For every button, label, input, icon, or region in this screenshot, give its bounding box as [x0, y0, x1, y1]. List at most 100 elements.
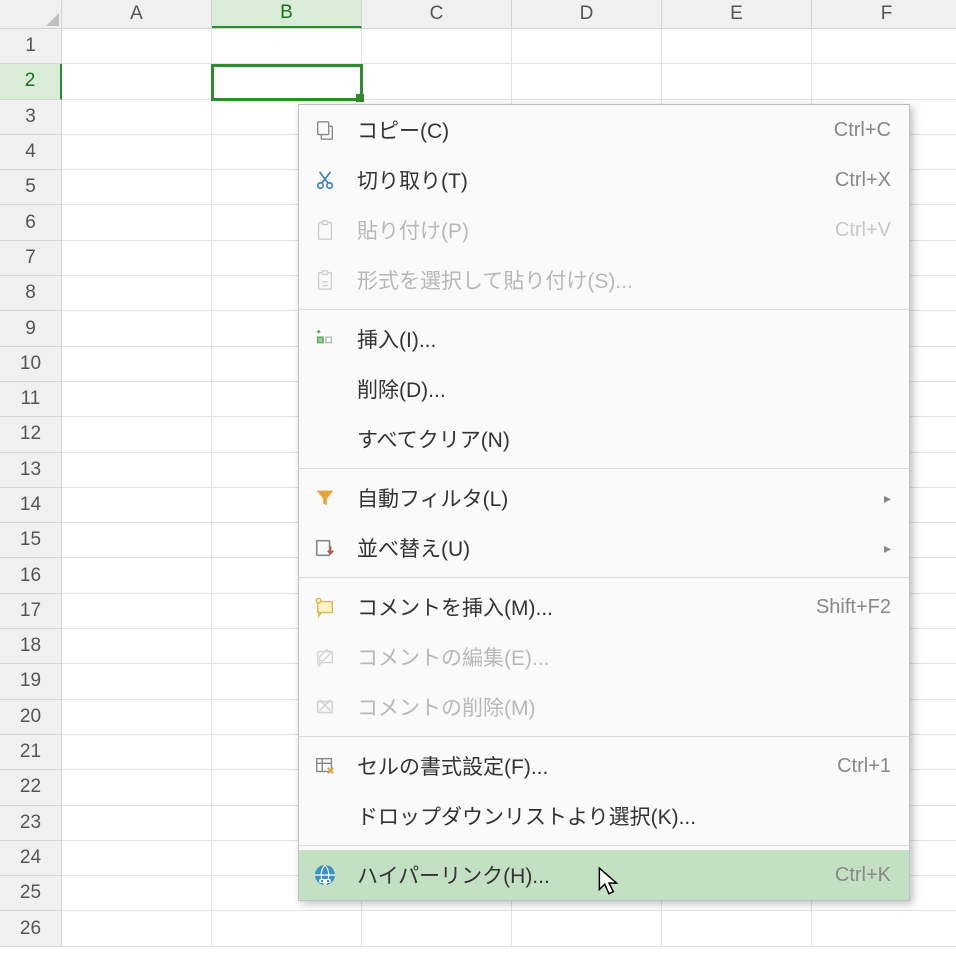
menu-paste-special-label: 形式を選択して貼り付け(S)... — [357, 265, 891, 295]
menu-clear[interactable]: すべてクリア(N) — [299, 414, 909, 464]
menu-format-cells[interactable]: セルの書式設定(F)... Ctrl+1 — [299, 741, 909, 791]
menu-copy[interactable]: コピー(C) Ctrl+C — [299, 105, 909, 155]
row-header-15[interactable]: 15 — [0, 523, 62, 558]
menu-format-cells-shortcut: Ctrl+1 — [837, 755, 891, 778]
cell-A19[interactable] — [62, 664, 212, 699]
row-header-4[interactable]: 4 — [0, 135, 62, 170]
hyperlink-icon — [313, 863, 337, 887]
row-header-26[interactable]: 26 — [0, 911, 62, 946]
row-header-14[interactable]: 14 — [0, 488, 62, 523]
menu-insert-comment[interactable]: コメントを挿入(M)... Shift+F2 — [299, 582, 909, 632]
cell-A15[interactable] — [62, 523, 212, 558]
cell-A20[interactable] — [62, 700, 212, 735]
cell-E1[interactable] — [662, 29, 812, 64]
cell-A23[interactable] — [62, 806, 212, 841]
row-header-5[interactable]: 5 — [0, 170, 62, 205]
cell-D2[interactable] — [512, 64, 662, 99]
menu-insert-comment-label: コメントを挿入(M)... — [357, 592, 800, 622]
cell-A26[interactable] — [62, 911, 212, 946]
cell-A11[interactable] — [62, 382, 212, 417]
column-header-B[interactable]: B — [212, 0, 362, 28]
menu-insert[interactable]: 挿入(I)... — [299, 314, 909, 364]
cell-B1[interactable] — [212, 29, 362, 64]
cell-D26[interactable] — [512, 911, 662, 946]
row-header-3[interactable]: 3 — [0, 100, 62, 135]
column-header-E[interactable]: E — [662, 0, 812, 28]
delete-cells-icon — [313, 377, 337, 401]
menu-sort[interactable]: 並べ替え(U) ▸ — [299, 523, 909, 573]
cell-E26[interactable] — [662, 911, 812, 946]
column-header-C[interactable]: C — [362, 0, 512, 28]
cell-B2[interactable] — [212, 64, 362, 99]
menu-dropdown-select[interactable]: ドロップダウンリストより選択(K)... — [299, 791, 909, 841]
cell-D1[interactable] — [512, 29, 662, 64]
menu-hyperlink[interactable]: ハイパーリンク(H)... Ctrl+K — [299, 850, 909, 900]
cell-A24[interactable] — [62, 841, 212, 876]
row-header-11[interactable]: 11 — [0, 382, 62, 417]
cell-A3[interactable] — [62, 100, 212, 135]
comment-insert-icon — [313, 595, 337, 619]
menu-delete-comment-label: コメントの削除(M) — [357, 692, 891, 722]
cell-A1[interactable] — [62, 29, 212, 64]
row-header-21[interactable]: 21 — [0, 735, 62, 770]
cell-C26[interactable] — [362, 911, 512, 946]
column-header-F[interactable]: F — [812, 0, 956, 28]
cell-A18[interactable] — [62, 629, 212, 664]
menu-format-cells-label: セルの書式設定(F)... — [357, 751, 821, 781]
cell-E2[interactable] — [662, 64, 812, 99]
row-header-10[interactable]: 10 — [0, 347, 62, 382]
row-header-8[interactable]: 8 — [0, 276, 62, 311]
cell-A13[interactable] — [62, 453, 212, 488]
cell-A14[interactable] — [62, 488, 212, 523]
cell-F2[interactable] — [812, 64, 956, 99]
row-header-1[interactable]: 1 — [0, 29, 62, 64]
cell-B26[interactable] — [212, 911, 362, 946]
row-header-24[interactable]: 24 — [0, 841, 62, 876]
submenu-arrow-icon: ▸ — [884, 490, 891, 507]
cell-A9[interactable] — [62, 311, 212, 346]
cell-A25[interactable] — [62, 876, 212, 911]
row-header-17[interactable]: 17 — [0, 594, 62, 629]
row-header-22[interactable]: 22 — [0, 770, 62, 805]
column-header-D[interactable]: D — [512, 0, 662, 28]
cell-A12[interactable] — [62, 417, 212, 452]
cell-A5[interactable] — [62, 170, 212, 205]
cell-A16[interactable] — [62, 558, 212, 593]
row-header-9[interactable]: 9 — [0, 311, 62, 346]
menu-delete-label: 削除(D)... — [357, 374, 891, 404]
row-header-20[interactable]: 20 — [0, 700, 62, 735]
cell-A22[interactable] — [62, 770, 212, 805]
cell-A17[interactable] — [62, 594, 212, 629]
cell-F1[interactable] — [812, 29, 956, 64]
row-header-2[interactable]: 2 — [0, 64, 62, 99]
cell-C2[interactable] — [362, 64, 512, 99]
cell-A7[interactable] — [62, 241, 212, 276]
cell-A21[interactable] — [62, 735, 212, 770]
row-header-19[interactable]: 19 — [0, 664, 62, 699]
cell-A2[interactable] — [62, 64, 212, 99]
select-all-corner[interactable] — [0, 0, 62, 28]
paste-special-icon — [313, 268, 337, 292]
row-header-25[interactable]: 25 — [0, 876, 62, 911]
comment-edit-icon — [313, 645, 337, 669]
menu-delete[interactable]: 削除(D)... — [299, 364, 909, 414]
dropdown-icon — [313, 804, 337, 828]
menu-cut[interactable]: 切り取り(T) Ctrl+X — [299, 155, 909, 205]
row-header-18[interactable]: 18 — [0, 629, 62, 664]
cell-C1[interactable] — [362, 29, 512, 64]
row-header-6[interactable]: 6 — [0, 205, 62, 240]
row-header-13[interactable]: 13 — [0, 453, 62, 488]
row-header-23[interactable]: 23 — [0, 806, 62, 841]
cell-A10[interactable] — [62, 347, 212, 382]
cell-A6[interactable] — [62, 205, 212, 240]
menu-autofilter[interactable]: 自動フィルタ(L) ▸ — [299, 473, 909, 523]
menu-paste-shortcut: Ctrl+V — [835, 219, 891, 242]
cell-F26[interactable] — [812, 911, 956, 946]
column-header-A[interactable]: A — [62, 0, 212, 28]
cell-A4[interactable] — [62, 135, 212, 170]
menu-hyperlink-shortcut: Ctrl+K — [835, 864, 891, 887]
row-header-16[interactable]: 16 — [0, 558, 62, 593]
row-header-7[interactable]: 7 — [0, 241, 62, 276]
row-header-12[interactable]: 12 — [0, 417, 62, 452]
cell-A8[interactable] — [62, 276, 212, 311]
